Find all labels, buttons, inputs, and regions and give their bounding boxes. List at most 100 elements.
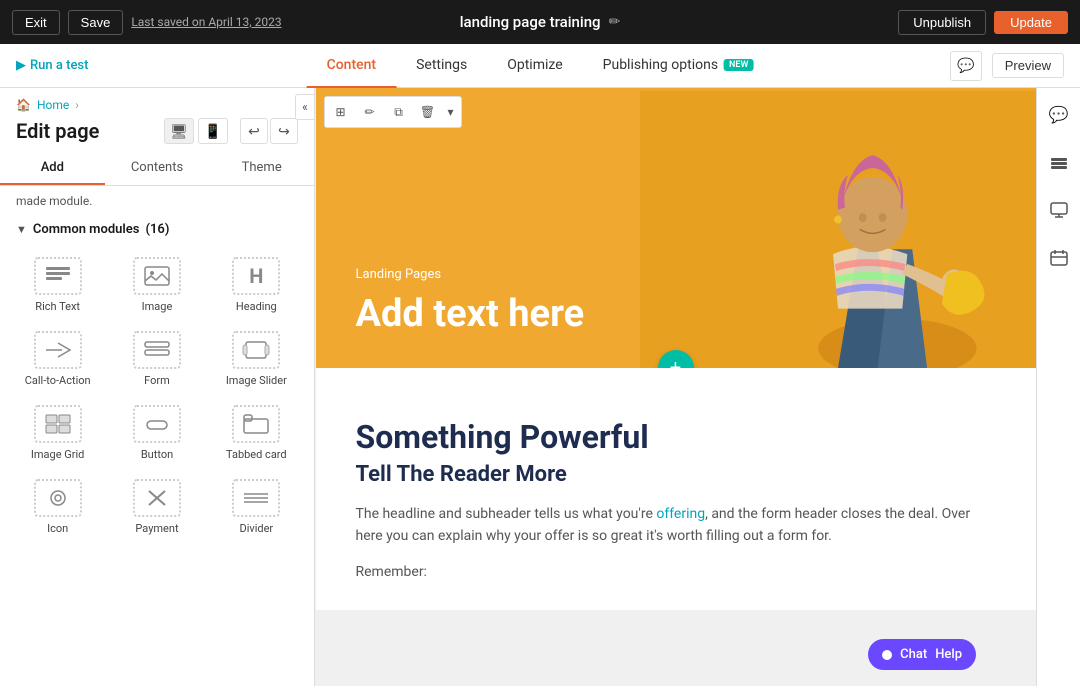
toolbar-more[interactable]: ▾ [444, 100, 458, 124]
toolbar-delete-button[interactable]: 🗑 [415, 100, 441, 124]
main-layout: « 🏠 Home › Edit page 🖥 📱 ↩ ↪ Add Content… [0, 88, 1080, 686]
module-item-heading[interactable]: H Heading [207, 247, 306, 321]
button-module-icon [133, 405, 181, 443]
tabbed-card-module-icon [232, 405, 280, 443]
run-test-link[interactable]: ▶ Run a test [16, 58, 88, 73]
module-item-button[interactable]: Button [107, 395, 206, 469]
toolbar-grid-button[interactable]: ⊞ [328, 100, 354, 124]
module-label-payment: Payment [135, 522, 178, 535]
module-item-tabbed-card[interactable]: Tabbed card [207, 395, 306, 469]
rs-layers-icon[interactable] [1043, 146, 1075, 178]
tab-settings[interactable]: Settings [396, 44, 487, 88]
left-panel: « 🏠 Home › Edit page 🖥 📱 ↩ ↪ Add Content… [0, 88, 315, 686]
payment-module-icon [133, 479, 181, 517]
tab-content[interactable]: Content [307, 44, 397, 88]
redo-button[interactable]: ↪ [270, 118, 298, 144]
module-item-image-grid[interactable]: Image Grid [8, 395, 107, 469]
mobile-view-button[interactable]: 📱 [198, 118, 228, 144]
rs-chat-icon[interactable]: 💬 [1043, 98, 1075, 130]
panel-tab-add[interactable]: Add [0, 152, 105, 185]
content-body-text1: The headline and subheader tells us what… [356, 506, 657, 522]
run-test-label: Run a test [30, 58, 88, 73]
unpublish-button[interactable]: Unpublish [898, 10, 986, 35]
toolbar-copy-button[interactable]: ⧉ [386, 100, 412, 124]
preview-button[interactable]: Preview [992, 53, 1064, 78]
top-bar-right: Unpublish Update [898, 10, 1068, 35]
page-title: landing page training [460, 13, 601, 31]
chat-widget[interactable]: Chat Help [868, 639, 976, 670]
module-label-icon: Icon [47, 522, 68, 535]
panel-tab-contents[interactable]: Contents [105, 152, 210, 185]
section-header[interactable]: ▼ Common modules (16) [0, 216, 314, 243]
module-label-rich-text: Rich Text [35, 300, 80, 313]
cta-module-icon [34, 331, 82, 369]
module-label-form: Form [144, 374, 170, 387]
module-label-cta: Call-to-Action [25, 374, 91, 387]
module-label-image-slider: Image Slider [226, 374, 287, 387]
content-title: Something Powerful [356, 418, 996, 456]
edit-page-title: Edit page [16, 119, 99, 143]
module-label-button: Button [141, 448, 173, 461]
second-bar-tabs: Content Settings Optimize Publishing opt… [307, 44, 774, 88]
update-button[interactable]: Update [994, 11, 1068, 34]
exit-button[interactable]: Exit [12, 10, 60, 35]
rich-text-module-icon [34, 257, 82, 295]
chat-dot [882, 650, 892, 660]
icon-module-icon [34, 479, 82, 517]
hero-title: Add text here [356, 292, 996, 338]
module-item-image[interactable]: Image [107, 247, 206, 321]
top-bar-center: landing page training ✏ [460, 13, 621, 31]
hero-content: Landing Pages Add text here [316, 227, 1036, 368]
heading-module-icon: H [232, 257, 280, 295]
top-bar: Exit Save Last saved on April 13, 2023 l… [0, 0, 1080, 44]
rs-calendar-icon[interactable] [1043, 242, 1075, 274]
comment-icon-btn[interactable]: 💬 [950, 51, 982, 81]
run-icon: ▶ [16, 58, 26, 73]
collapse-panel-button[interactable]: « [295, 94, 315, 120]
new-badge: NEW [724, 59, 753, 71]
home-icon: 🏠 [16, 98, 31, 112]
desktop-view-button[interactable]: 🖥 [164, 118, 194, 144]
module-item-rich-text[interactable]: Rich Text [8, 247, 107, 321]
module-label-divider: Divider [239, 522, 273, 535]
module-label-image: Image [142, 300, 173, 313]
module-item-image-slider[interactable]: Image Slider [207, 321, 306, 395]
canvas-inner: Landing Pages Add text here [316, 88, 1036, 610]
hero-section: Landing Pages Add text here [316, 88, 1036, 368]
edit-header: Edit page 🖥 📱 ↩ ↪ [0, 114, 314, 152]
tab-publishing[interactable]: Publishing options NEW [583, 44, 774, 88]
image-module-icon [133, 257, 181, 295]
panel-tab-theme[interactable]: Theme [209, 152, 314, 185]
breadcrumb-home[interactable]: Home [37, 98, 69, 112]
canvas-area: Landing Pages Add text here [315, 88, 1036, 686]
undo-button[interactable]: ↩ [240, 118, 268, 144]
edit-title-icon[interactable]: ✏ [609, 14, 621, 30]
save-button[interactable]: Save [68, 10, 124, 35]
panel-tabs: Add Contents Theme [0, 152, 314, 186]
second-bar: ▶ Run a test Content Settings Optimize P… [0, 44, 1080, 88]
section-toolbar: ⊞ ✏ ⧉ 🗑 ▾ [324, 96, 462, 128]
module-item-form[interactable]: Form [107, 321, 206, 395]
second-bar-right: 💬 Preview [950, 51, 1064, 81]
rs-monitor-icon[interactable] [1043, 194, 1075, 226]
view-controls: 🖥 📱 ↩ ↪ [164, 118, 298, 144]
breadcrumb: 🏠 Home › [0, 88, 314, 114]
breadcrumb-separator: › [75, 98, 79, 112]
content-remember: Remember: [356, 564, 996, 580]
module-label-image-grid: Image Grid [31, 448, 84, 461]
top-bar-left: Exit Save Last saved on April 13, 2023 [12, 10, 282, 35]
content-section: Something Powerful Tell The Reader More … [316, 368, 1036, 610]
hero-tag: Landing Pages [356, 267, 996, 282]
toolbar-edit-button[interactable]: ✏ [357, 100, 383, 124]
chevron-down-icon: ▼ [16, 223, 27, 236]
image-grid-module-icon [34, 405, 82, 443]
divider-module-icon [232, 479, 280, 517]
module-item-payment[interactable]: Payment [107, 469, 206, 543]
content-subtitle: Tell The Reader More [356, 462, 996, 487]
module-item-icon[interactable]: Icon [8, 469, 107, 543]
tab-optimize[interactable]: Optimize [487, 44, 582, 88]
module-item-cta[interactable]: Call-to-Action [8, 321, 107, 395]
content-body: The headline and subheader tells us what… [356, 503, 996, 548]
module-item-divider[interactable]: Divider [207, 469, 306, 543]
content-offering-link[interactable]: offering [656, 506, 705, 522]
